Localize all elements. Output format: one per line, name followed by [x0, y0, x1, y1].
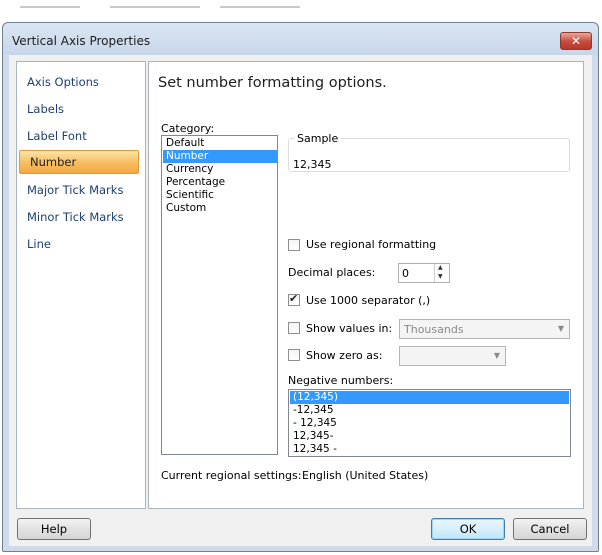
background-app-strip [0, 0, 602, 22]
negative-numbers-list[interactable]: (12,345) -12,345 - 12,345 12,345- 12,345… [288, 389, 571, 457]
chevron-up-icon[interactable]: ▲ [438, 264, 443, 272]
decimal-places-stepper[interactable]: 0 ▲ ▼ [398, 263, 450, 283]
show-values-label: Show values in: [306, 322, 393, 335]
sidebar-item-major-tick-marks[interactable]: Major Tick Marks [27, 180, 123, 200]
list-item[interactable]: 12,345 - [290, 443, 569, 456]
ok-button[interactable]: OK [431, 518, 505, 540]
background-text [220, 6, 300, 8]
list-item[interactable]: - 12,345 [290, 417, 569, 430]
use-regional-label: Use regional formatting [306, 238, 437, 251]
close-icon: ✕ [570, 34, 582, 48]
content-panel: Set number formatting options. Category:… [148, 61, 584, 509]
separator-label: Use 1000 separator (,) [306, 294, 431, 307]
show-values-checkbox[interactable] [288, 322, 300, 334]
stepper-arrows: ▲ ▼ [434, 264, 449, 282]
category-list[interactable]: Default Number Currency Percentage Scien… [161, 135, 278, 455]
show-zero-label: Show zero as: [306, 349, 383, 362]
list-item[interactable]: Scientific [163, 189, 277, 202]
show-zero-select[interactable]: ▼ [399, 346, 506, 366]
background-text [20, 6, 80, 8]
decimal-places-value: 0 [402, 267, 409, 280]
sidebar-item-label-font[interactable]: Label Font [27, 126, 87, 146]
list-item[interactable]: 12,345- [290, 430, 569, 443]
cancel-button[interactable]: Cancel [513, 518, 587, 540]
regional-settings-value: English (United States) [302, 469, 429, 482]
list-item[interactable]: Custom [163, 202, 277, 215]
close-button[interactable]: ✕ [560, 32, 592, 50]
chevron-down-icon: ▼ [493, 351, 501, 360]
chevron-down-icon[interactable]: ▼ [438, 273, 443, 281]
background-text [110, 6, 200, 8]
show-values-selected: Thousands [404, 323, 464, 336]
use-regional-checkbox[interactable] [288, 239, 300, 251]
sidebar-item-number[interactable]: Number [19, 150, 139, 174]
check-icon: ✔ [289, 292, 299, 305]
negative-numbers-label: Negative numbers: [288, 374, 394, 387]
sidebar-item-line[interactable]: Line [27, 234, 51, 254]
list-item[interactable]: (12,345) [290, 391, 569, 404]
dialog-window: Vertical Axis Properties ✕ Axis Options … [2, 22, 599, 552]
show-zero-checkbox[interactable] [288, 349, 300, 361]
sample-label: Sample [294, 132, 342, 145]
category-label: Category: [161, 122, 215, 135]
regional-settings-caption: Current regional settings: [161, 469, 302, 482]
decimal-places-label: Decimal places: [288, 266, 376, 279]
list-item[interactable]: Currency [163, 163, 277, 176]
show-values-select[interactable]: Thousands ▼ [399, 319, 570, 339]
list-item[interactable]: Number [163, 150, 277, 163]
list-item[interactable]: -12,345 [290, 404, 569, 417]
help-button[interactable]: Help [17, 518, 91, 540]
sample-value: 12,345 [293, 158, 332, 171]
sidebar-nav: Axis Options Labels Label Font Number Ma… [16, 61, 146, 509]
list-item[interactable]: Percentage [163, 176, 277, 189]
chevron-down-icon: ▼ [557, 324, 565, 333]
list-item[interactable]: Default [163, 137, 277, 150]
dialog-title: Vertical Axis Properties [12, 34, 151, 48]
title-bar[interactable]: Vertical Axis Properties ✕ [3, 23, 598, 55]
sidebar-item-axis-options[interactable]: Axis Options [27, 72, 99, 92]
sidebar-item-labels[interactable]: Labels [27, 99, 64, 119]
page-title: Set number formatting options. [158, 75, 387, 91]
separator-checkbox[interactable]: ✔ [288, 292, 300, 306]
sidebar-item-minor-tick-marks[interactable]: Minor Tick Marks [27, 207, 124, 227]
dialog-body: Axis Options Labels Label Font Number Ma… [9, 55, 592, 546]
